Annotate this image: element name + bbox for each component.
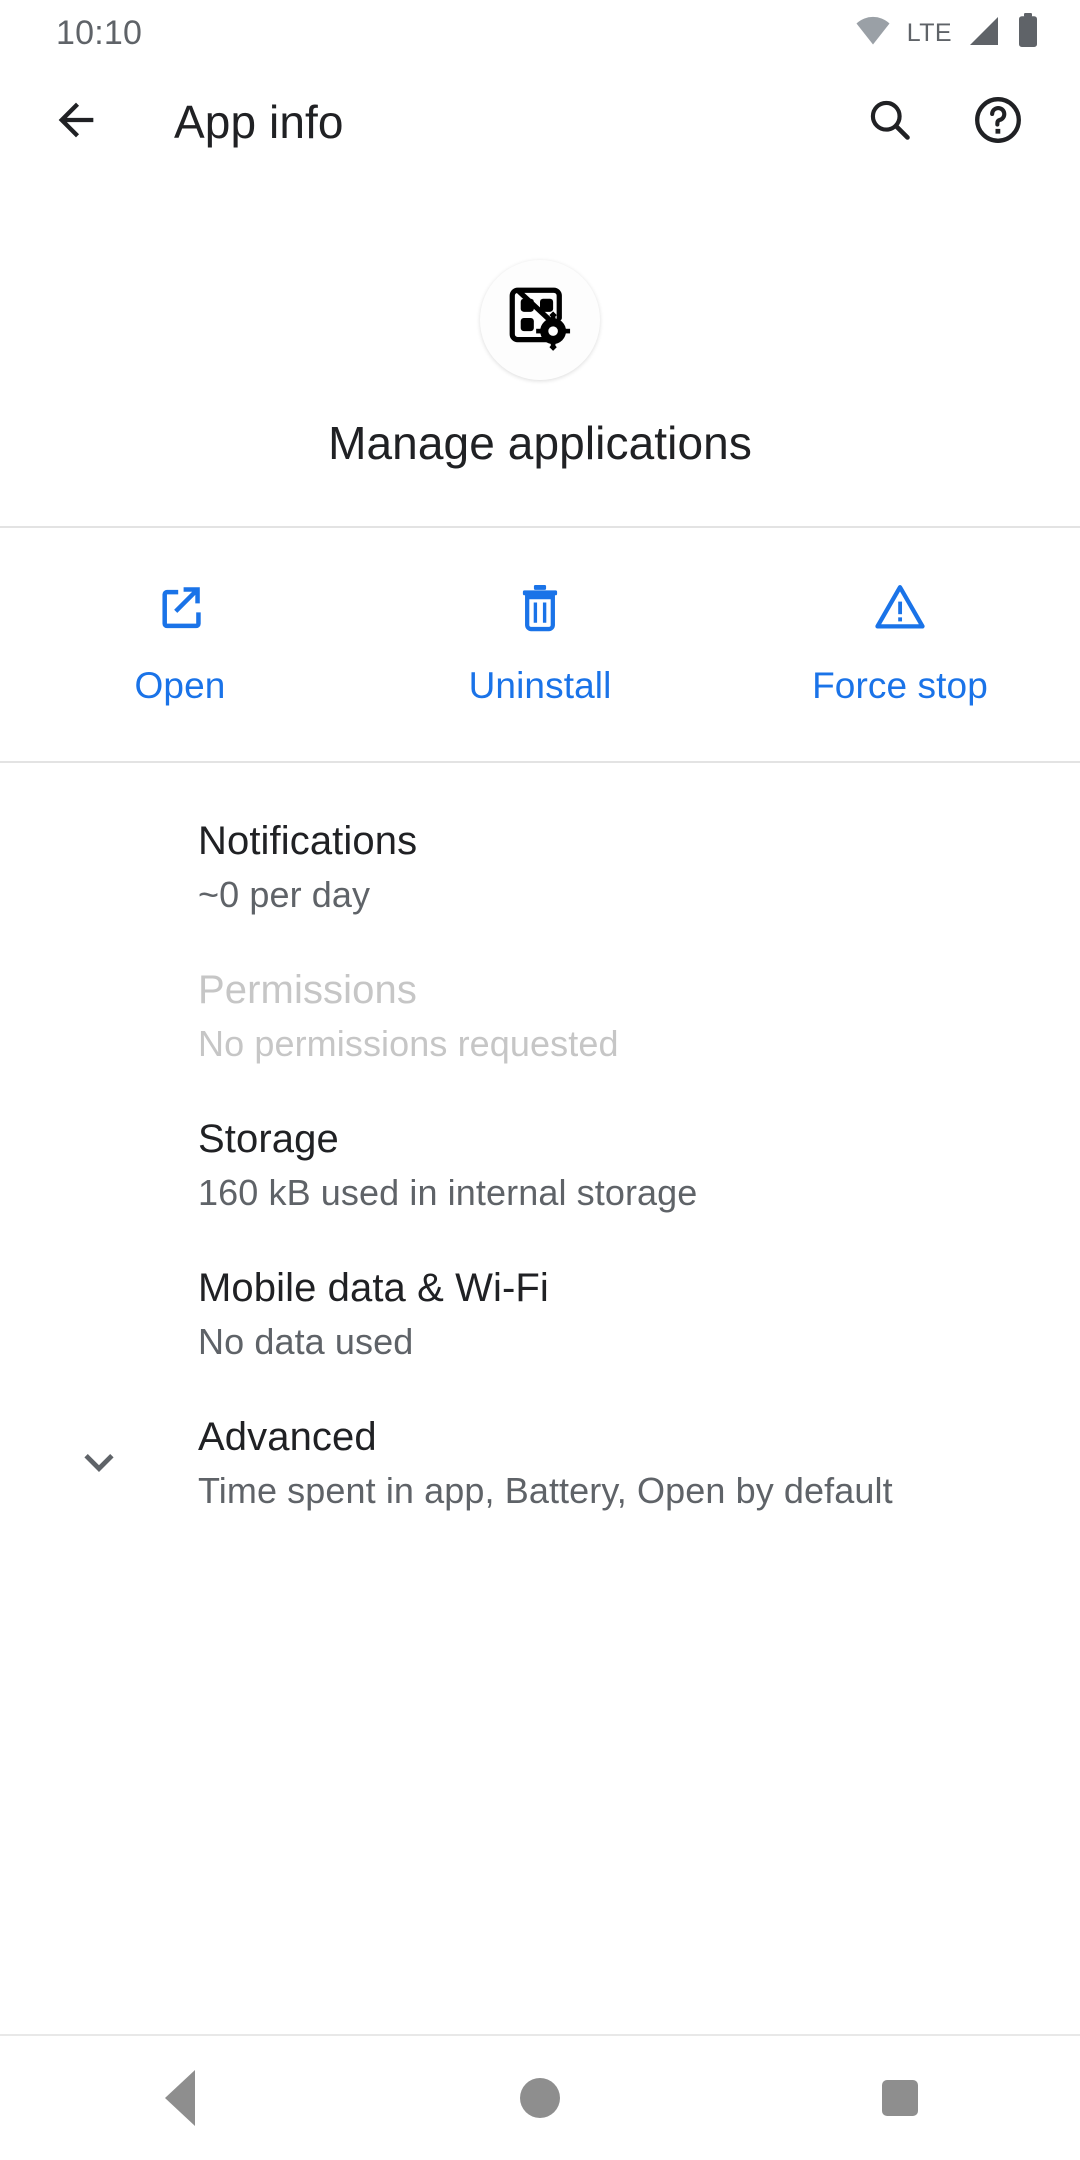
chevron-down-icon [75,1439,123,1492]
list-item-text: Storage 160 kB used in internal storage [198,1113,697,1214]
list-item-icon-slot [0,1262,198,1290]
help-circle-icon [972,94,1024,151]
warning-triangle-icon [872,580,928,639]
page-title: App info [174,96,344,148]
system-navigation-bar [0,2036,1080,2160]
app-icon-container [480,260,600,380]
app-bar: App info [0,66,1080,178]
status-bar: 10:10 LTE [0,0,1080,66]
battery-full-icon [1016,12,1040,54]
open-button[interactable]: Open [0,580,360,707]
nav-home-icon [520,2078,560,2118]
app-info-screen: 10:10 LTE App info Manage applications O… [0,0,1080,2160]
list-item-subtitle: Time spent in app, Battery, Open by defa… [198,1470,893,1511]
list-item-storage[interactable]: Storage 160 kB used in internal storage [0,1089,1080,1238]
open-in-new-icon [153,580,207,639]
list-item-text: Advanced Time spent in app, Battery, Ope… [198,1411,893,1512]
nav-recents-icon [882,2080,918,2116]
open-button-label: Open [134,665,226,706]
wifi-icon [853,16,893,51]
search-button[interactable] [848,80,932,164]
app-name: Manage applications [328,417,752,469]
list-item-subtitle: 160 kB used in internal storage [198,1172,698,1213]
cellular-signal-icon [966,15,1002,52]
uninstall-button[interactable]: Uninstall [360,580,720,707]
manage-applications-icon [503,281,577,360]
list-item-text: Notifications ~0 per day [198,815,417,916]
settings-list: Notifications ~0 per day Permissions No … [0,763,1080,1536]
list-item-title: Advanced [198,1415,377,1459]
nav-back-icon [165,2070,195,2126]
arrow-back-icon [50,94,102,151]
trash-icon [513,580,567,639]
nav-home-button[interactable] [460,2036,620,2160]
app-header: Manage applications [0,178,1080,526]
list-item-subtitle: No data used [198,1321,414,1362]
uninstall-button-label: Uninstall [468,665,612,706]
list-item-subtitle: No permissions requested [198,1023,619,1064]
status-bar-clock: 10:10 [56,13,143,52]
list-item-icon-slot [0,964,198,992]
list-item-title: Permissions [198,968,417,1012]
list-item-title: Storage [198,1117,339,1161]
list-item-notifications[interactable]: Notifications ~0 per day [0,791,1080,940]
nav-back-button[interactable] [100,2036,260,2160]
list-item-subtitle: ~0 per day [198,874,371,915]
list-item-title: Mobile data & Wi-Fi [198,1266,549,1310]
force-stop-button[interactable]: Force stop [720,580,1080,707]
status-bar-icons: LTE [853,12,1040,54]
app-actions-row: Open Uninstall Force stop [0,528,1080,761]
list-item-mobile-data-wifi[interactable]: Mobile data & Wi-Fi No data used [0,1238,1080,1387]
list-item-icon-slot [0,1411,198,1492]
list-item-text: Permissions No permissions requested [198,964,619,1065]
force-stop-button-label: Force stop [812,665,988,706]
list-item-icon-slot [0,1113,198,1141]
list-item-permissions: Permissions No permissions requested [0,940,1080,1089]
search-icon [865,95,915,150]
list-item-advanced[interactable]: Advanced Time spent in app, Battery, Ope… [0,1387,1080,1536]
list-item-title: Notifications [198,819,418,863]
network-type-label: LTE [906,18,952,47]
back-button[interactable] [36,82,116,162]
list-item-icon-slot [0,815,198,843]
nav-recents-button[interactable] [820,2036,980,2160]
list-item-text: Mobile data & Wi-Fi No data used [198,1262,549,1363]
help-button[interactable] [956,80,1040,164]
